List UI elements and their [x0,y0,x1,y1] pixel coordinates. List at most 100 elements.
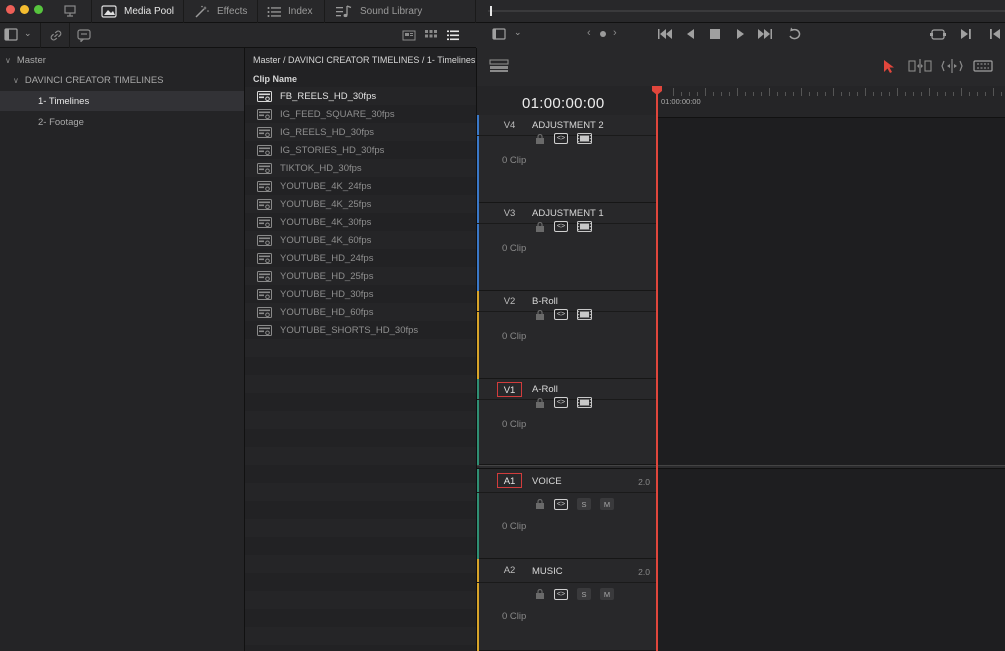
next-edit-icon[interactable] [960,28,972,40]
auto-select-icon[interactable]: <> [554,221,568,232]
track-name[interactable]: ADJUSTMENT 1 [532,208,604,219]
clip-row[interactable]: YOUTUBE_HD_30fps [245,285,476,303]
minimize-window-button[interactable] [20,5,29,14]
bin-2-footage[interactable]: 2- Footage [0,112,244,132]
chevron-down-icon[interactable]: ⌄ [514,27,522,38]
clip-row[interactable]: IG_FEED_SQUARE_30fps [245,105,476,123]
track-lock-icon[interactable] [535,499,545,509]
track-lock-icon[interactable] [535,309,545,320]
viewer-scrubber[interactable] [488,6,1005,16]
play-icon[interactable] [735,28,745,40]
track-lock-icon[interactable] [535,221,545,232]
clip-row[interactable]: TIKTOK_HD_30fps [245,159,476,177]
playhead[interactable] [656,88,658,651]
clip-row[interactable]: YOUTUBE_SHORTS_HD_30fps [245,321,476,339]
play-reverse-icon[interactable] [686,28,696,40]
tab-media-pool[interactable]: Media Pool [101,0,174,23]
chevron-right-icon[interactable]: › [613,27,617,39]
track-a2[interactable]: A2 MUSIC 2.0 <> S M 0 Clip [477,559,657,651]
thumbnail-view-icon[interactable] [425,30,437,41]
track-lock-icon[interactable] [535,133,545,144]
breadcrumb[interactable]: Master / DAVINCI CREATOR TIMELINES / 1- … [253,55,475,65]
column-header-clip-name[interactable]: Clip Name [253,74,297,84]
bin-1-timelines[interactable]: 1- Timelines [0,91,244,111]
stop-icon[interactable] [710,29,720,39]
film-strip-icon[interactable] [577,133,592,144]
track-lane[interactable] [657,115,1005,203]
clip-row[interactable]: IG_REELS_HD_30fps [245,123,476,141]
track-id-label[interactable]: V2 [497,294,522,309]
auto-select-icon[interactable]: <> [554,397,568,408]
bin-davinci-creator-timelines[interactable]: ∨ DAVINCI CREATOR TIMELINES [0,70,244,90]
track-v2[interactable]: V2 B-Roll <> 0 Clip [477,291,657,379]
tab-sound-library[interactable]: Sound Library [335,0,422,23]
track-v4[interactable]: V4 ADJUSTMENT 2 <> 0 Clip [477,115,657,203]
clip-row[interactable]: YOUTUBE_4K_60fps [245,231,476,249]
dynamic-trim-icon[interactable] [941,59,963,73]
track-name[interactable]: A-Roll [532,384,558,395]
selection-arrow-icon[interactable] [883,59,895,74]
clip-row[interactable]: YOUTUBE_4K_30fps [245,213,476,231]
chevron-down-icon[interactable]: ∨ [5,56,11,65]
sidebar-toggle-icon[interactable] [4,28,18,41]
track-v3[interactable]: V3 ADJUSTMENT 1 <> 0 Clip [477,203,657,291]
track-lock-icon[interactable] [535,589,545,599]
track-name[interactable]: VOICE [532,476,562,487]
clip-row[interactable]: YOUTUBE_HD_24fps [245,249,476,267]
timecode-display[interactable]: 01:00:00:00 [522,95,605,112]
track-lock-icon[interactable] [535,397,545,408]
track-v1[interactable]: V1 A-Roll <> 0 Clip [477,379,657,465]
auto-select-icon[interactable]: <> [554,588,568,600]
solo-button[interactable]: S [577,498,591,510]
chevron-left-icon[interactable]: ‹ [587,27,591,39]
film-strip-icon[interactable] [577,309,592,320]
film-strip-icon[interactable] [577,221,592,232]
go-to-end-icon[interactable] [757,28,773,40]
viewer-mode-icon[interactable] [492,28,506,40]
film-strip-icon[interactable] [577,397,592,408]
clip-row[interactable]: YOUTUBE_4K_24fps [245,177,476,195]
playhead-handle-icon[interactable] [652,86,662,95]
go-to-start-icon[interactable] [657,28,673,40]
clip-row[interactable]: YOUTUBE_HD_25fps [245,267,476,285]
timeline-view-options-icon[interactable] [489,59,509,73]
metadata-tag-icon[interactable] [77,29,91,42]
track-a1[interactable]: A1 VOICE 2.0 <> S M 0 Clip [477,469,657,559]
track-id-label[interactable]: V4 [497,118,522,133]
track-id-label[interactable]: A1 [497,473,522,488]
mute-button[interactable]: M [600,588,614,600]
track-name[interactable]: MUSIC [532,566,563,577]
bin-master[interactable]: ∨ Master [0,50,244,70]
tab-index[interactable]: Index [267,0,312,23]
jog-dot-icon[interactable] [600,31,606,37]
auto-select-icon[interactable]: <> [554,309,568,320]
track-lane[interactable] [657,559,1005,651]
close-window-button[interactable] [6,5,15,14]
track-name[interactable]: B-Roll [532,296,558,307]
track-name[interactable]: ADJUSTMENT 2 [532,120,604,131]
track-id-label[interactable]: V1 [497,382,522,397]
media-storage-icon[interactable] [62,3,78,19]
solo-button[interactable]: S [577,588,591,600]
metadata-view-icon[interactable] [402,30,416,41]
clip-row[interactable]: IG_STORIES_HD_30fps [245,141,476,159]
tab-effects[interactable]: Effects [194,0,247,23]
link-icon[interactable] [49,29,63,42]
track-id-label[interactable]: V3 [497,206,522,221]
track-header[interactable]: A2 MUSIC 2.0 [477,559,657,583]
list-view-icon[interactable] [447,30,459,41]
auto-select-icon[interactable]: <> [554,133,568,144]
match-frame-icon[interactable] [930,28,946,41]
clip-row[interactable]: YOUTUBE_HD_60fps [245,303,476,321]
chevron-down-icon[interactable]: ⌄ [24,28,32,39]
track-lane[interactable] [657,469,1005,559]
scrubber-handle[interactable] [490,6,492,16]
track-lane[interactable] [657,379,1005,465]
track-lane[interactable] [657,291,1005,379]
timeline-ruler[interactable]: 01:00:00:00 01:00:00:00 [477,86,1005,118]
chevron-down-icon[interactable]: ∨ [13,76,19,85]
mute-button[interactable]: M [600,498,614,510]
auto-select-icon[interactable]: <> [554,498,568,510]
trim-edit-icon[interactable] [908,59,932,73]
video-audio-divider[interactable] [477,465,1005,469]
